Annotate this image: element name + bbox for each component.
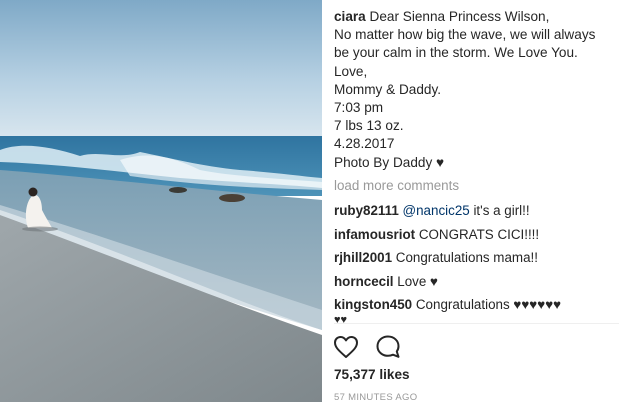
comment-text: CONGRATS CICI!!!! — [418, 226, 540, 242]
comment-item: horncecil Love ♥ — [334, 273, 624, 297]
comment-list: ruby82111 @nancic25 it's a girl!! infamo… — [334, 202, 624, 320]
caption-line: Mommy & Daddy. — [334, 81, 442, 97]
post-details-panel: ciara Dear Sienna Princess Wilson, No ma… — [322, 0, 626, 403]
author-username[interactable]: ciara — [334, 9, 366, 24]
comment-mention-link[interactable]: @nancic25 — [403, 203, 470, 218]
caption-line: be your calm in the storm. We Love You. — [334, 45, 578, 61]
comment-text: Love ♥ — [397, 273, 438, 289]
caption-line: Photo By Daddy ♥ — [334, 154, 445, 170]
comment-text: Congratulations ♥♥♥♥♥♥ — [415, 297, 562, 313]
caption-first-line: ciara Dear Sienna Princess Wilson, — [334, 8, 620, 26]
comment-overflow-hearts: ♥♥ — [334, 315, 348, 323]
beach-photo-image — [0, 0, 322, 402]
comment-item: infamousriot CONGRATS CICI!!!! — [334, 226, 624, 250]
speech-bubble-icon — [376, 335, 400, 358]
post-photo[interactable] — [0, 0, 322, 402]
like-button[interactable] — [332, 333, 360, 361]
comment-button[interactable] — [374, 333, 402, 361]
comment-item: rjhill2001 Congratulations mama!! — [334, 249, 624, 273]
heart-outline-icon — [334, 336, 358, 358]
likes-count[interactable]: 75,377 likes — [334, 367, 410, 382]
comment-username[interactable]: rjhill2001 — [334, 250, 392, 265]
caption-line: 4.28.2017 — [334, 136, 395, 152]
post-timestamp[interactable]: 57 MINUTES AGO — [334, 392, 417, 403]
caption-line: Dear Sienna Princess Wilson, — [369, 9, 550, 24]
comment-text: Congratulations mama!! — [395, 250, 538, 266]
comment-username[interactable]: horncecil — [334, 274, 394, 289]
comment-item: kingston450 Congratulations ♥♥♥♥♥♥ — [334, 296, 624, 320]
section-divider — [334, 323, 619, 324]
comment-text: it's a girl!! — [469, 203, 530, 218]
caption-line: 7 lbs 13 oz. — [334, 118, 404, 134]
load-more-comments-link[interactable]: load more comments — [334, 178, 459, 193]
caption-line: Love, — [334, 63, 368, 79]
comment-username[interactable]: ruby82111 — [334, 203, 399, 218]
post-actions — [332, 333, 412, 361]
comment-item: ruby82111 @nancic25 it's a girl!! — [334, 202, 624, 226]
post-caption: ciara Dear Sienna Princess Wilson, No ma… — [334, 8, 620, 172]
caption-line: 7:03 pm — [334, 100, 384, 116]
comment-username[interactable]: kingston450 — [334, 297, 412, 312]
caption-line: No matter how big the wave, we will alwa… — [334, 27, 596, 43]
comment-username[interactable]: infamousriot — [334, 227, 415, 242]
